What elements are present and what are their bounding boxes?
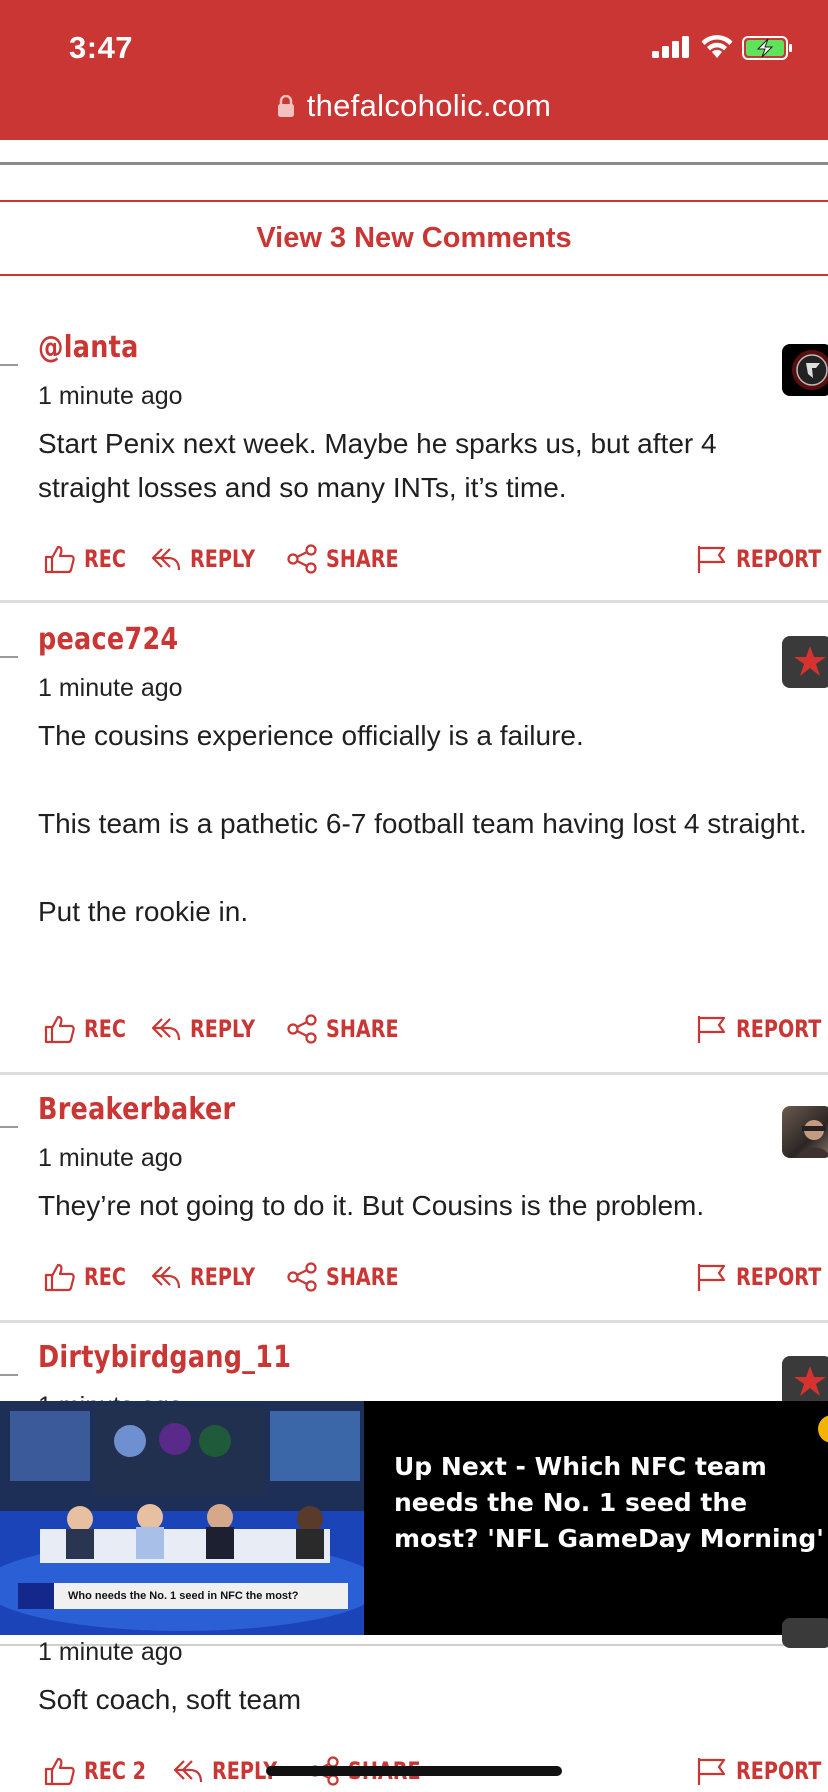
report-button[interactable]: REPORT (696, 544, 828, 574)
rec-button[interactable]: REC (44, 1262, 137, 1292)
share-icon (287, 544, 317, 574)
home-indicator[interactable] (266, 1766, 562, 1776)
reply-button[interactable]: REPLY (150, 1014, 271, 1044)
report-button[interactable]: REPORT (696, 1014, 828, 1044)
reply-arrow-icon (151, 548, 181, 571)
comment-username[interactable]: Breakerbaker (38, 1092, 235, 1127)
photo-avatar[interactable] (782, 1106, 828, 1158)
comment-actions: REC REPLY SHARE REPORT (0, 544, 828, 580)
reply-button[interactable]: REPLY (150, 544, 271, 574)
comment-username[interactable]: Dirtybirdgang_11 (38, 1340, 291, 1375)
comment-timestamp: 1 minute ago (38, 1144, 183, 1172)
falcon-icon (792, 350, 828, 390)
address-bar[interactable]: thefalcoholic.com (0, 86, 828, 126)
view-new-comments-button[interactable]: View 3 New Comments (0, 200, 828, 276)
thumbs-up-icon (44, 545, 75, 574)
comment-separator (0, 1320, 828, 1323)
flag-icon (697, 1264, 726, 1291)
comment-username[interactable]: peace724 (38, 622, 178, 657)
share-button[interactable]: SHARE (286, 544, 417, 574)
thread-indent-line (0, 1126, 18, 1128)
thread-indent-line (0, 656, 18, 658)
flag-icon (697, 1758, 726, 1785)
rec-button[interactable]: REC (44, 1014, 137, 1044)
flag-icon (697, 546, 726, 573)
reply-arrow-icon (151, 1266, 181, 1289)
rec-button[interactable]: REC 2 (44, 1756, 162, 1786)
battery-charging-icon (742, 36, 792, 60)
rec-button[interactable]: REC (44, 544, 137, 574)
person-photo-icon (798, 1120, 828, 1158)
wifi-icon (701, 35, 733, 58)
share-icon (287, 1014, 317, 1044)
comment-body: Start Penix next week. Maybe he sparks u… (38, 428, 717, 503)
video-caption-bar: Who needs the No. 1 seed in NFC the most… (18, 1583, 348, 1609)
comment-actions: REC REPLY SHARE REPORT (0, 1262, 828, 1298)
report-button[interactable]: REPORT (696, 1756, 828, 1786)
cellular-signal-icon (652, 36, 689, 58)
comment-separator (0, 600, 828, 603)
thumbs-up-icon (44, 1757, 75, 1786)
comment-timestamp: 1 minute ago (38, 1638, 183, 1666)
comment-body: The cousins experience officially is a f… (38, 720, 807, 927)
thumbs-up-icon (44, 1015, 75, 1044)
url-text: thefalcoholic.com (306, 88, 552, 123)
reply-arrow-icon (173, 1760, 203, 1783)
avatar[interactable] (782, 1618, 828, 1648)
share-button[interactable]: SHARE (286, 1014, 417, 1044)
divider (0, 162, 828, 165)
lock-icon (277, 95, 294, 117)
video-caption-text: Who needs the No. 1 seed in NFC the most… (68, 1590, 299, 1602)
comment-actions: REC REPLY SHARE REPORT (0, 1014, 828, 1050)
comment-timestamp: 1 minute ago (38, 674, 183, 702)
report-button[interactable]: REPORT (696, 1262, 828, 1292)
thread-indent-line (0, 1374, 18, 1376)
comment-body: They’re not going to do it. But Cousins … (38, 1190, 705, 1221)
ad-badge-icon[interactable] (818, 1415, 828, 1443)
comment-body: Soft coach, soft team (38, 1684, 302, 1715)
share-icon (287, 1262, 317, 1292)
comment-username[interactable]: @lanta (38, 330, 139, 365)
browser-top-bar: 3:47 thefalcoholic.com (0, 0, 828, 140)
status-time: 3:47 (69, 30, 134, 65)
thumbs-up-icon (44, 1263, 75, 1292)
share-button[interactable]: SHARE (286, 1262, 417, 1292)
reply-button[interactable]: REPLY (150, 1262, 271, 1292)
thread-indent-line (0, 364, 18, 366)
star-avatar[interactable] (782, 636, 828, 688)
comment-timestamp: 1 minute ago (38, 382, 183, 410)
up-next-title[interactable]: Up Next - Which NFC team needs the No. 1… (394, 1449, 828, 1557)
view-new-comments-label: View 3 New Comments (256, 221, 572, 254)
nfc-logo-icon (18, 1583, 54, 1609)
falcons-logo-avatar[interactable] (782, 344, 828, 396)
star-icon (794, 646, 826, 676)
video-thumbnail[interactable]: Who needs the No. 1 seed in NFC the most… (0, 1401, 364, 1635)
flag-icon (697, 1016, 726, 1043)
video-ad-player[interactable]: Who needs the No. 1 seed in NFC the most… (0, 1401, 828, 1635)
reply-arrow-icon (151, 1018, 181, 1041)
comment-separator (0, 1072, 828, 1075)
